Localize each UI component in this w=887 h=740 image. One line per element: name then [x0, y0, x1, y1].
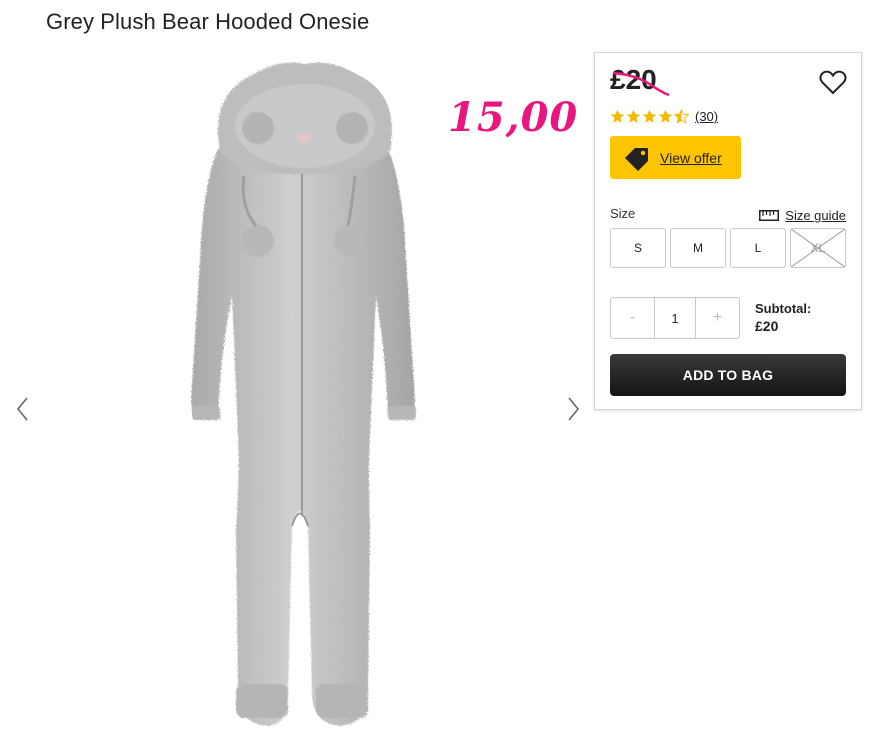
unavailable-cross: [791, 229, 845, 267]
star-rating: [610, 109, 689, 124]
size-guide-label: Size guide: [785, 208, 846, 223]
quantity-stepper: - 1 +: [610, 297, 740, 339]
chevron-right-icon[interactable]: [562, 394, 584, 424]
half-star-icon: [674, 109, 689, 124]
onesie-product-image: [191, 62, 416, 726]
heart-icon[interactable]: [819, 69, 847, 95]
product-title: Grey Plush Bear Hooded Onesie: [46, 9, 370, 34]
subtotal: Subtotal: £20: [755, 301, 811, 334]
size-option-s[interactable]: S: [610, 228, 666, 268]
subtotal-label: Subtotal:: [755, 301, 812, 316]
chevron-left-icon[interactable]: [12, 394, 34, 424]
ruler-icon: [759, 210, 780, 221]
size-option-m[interactable]: M: [670, 228, 726, 268]
review-count-link[interactable]: (30): [695, 109, 718, 124]
quantity-value[interactable]: 1: [654, 298, 696, 338]
star-icon: [626, 109, 641, 123]
size-option-l[interactable]: L: [730, 228, 786, 268]
price-strikethrough: [612, 71, 670, 97]
size-option-xl[interactable]: XL: [790, 228, 846, 268]
quantity-increase-button[interactable]: +: [696, 298, 739, 338]
star-icon: [610, 109, 625, 123]
product-gallery: [0, 48, 595, 740]
subtotal-value: £20: [755, 318, 779, 334]
offer-price-overlay: 15,00: [448, 94, 579, 141]
tag-icon: [625, 147, 648, 171]
star-icon: [642, 109, 657, 123]
view-offer-button[interactable]: View offer: [610, 136, 741, 179]
add-to-bag-button[interactable]: ADD TO BAG: [610, 354, 846, 396]
rating: (30): [610, 109, 718, 124]
star-icon: [658, 109, 673, 123]
purchase-panel: £20 (30) View offer Size Size guide S M …: [594, 52, 862, 410]
view-offer-label: View offer: [660, 149, 722, 166]
quantity-decrease-button[interactable]: -: [611, 298, 654, 338]
size-guide-link[interactable]: Size guide: [759, 208, 846, 223]
size-options: S M L XL: [610, 228, 846, 268]
size-label: Size: [610, 206, 636, 221]
